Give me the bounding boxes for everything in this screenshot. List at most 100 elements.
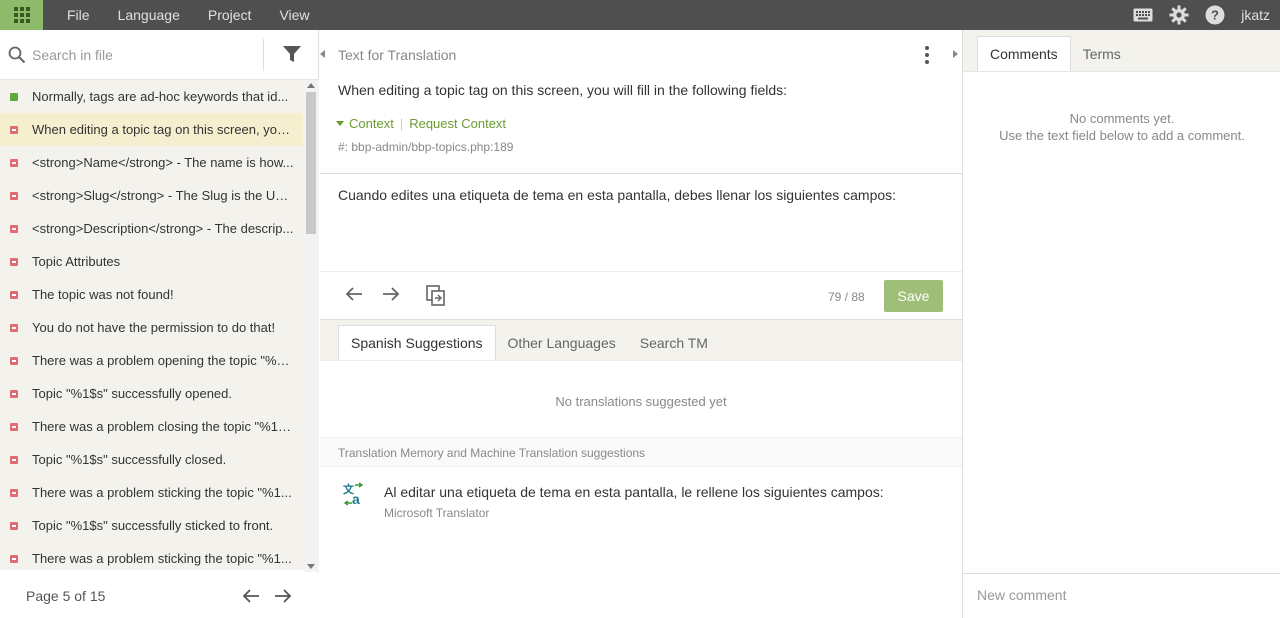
editor-toolbar: 79 / 88 Save xyxy=(320,272,962,320)
prev-page-icon[interactable] xyxy=(242,588,260,607)
list-item-text: Normally, tags are ad-hoc keywords that … xyxy=(32,89,289,104)
menu-language[interactable]: Language xyxy=(104,0,194,30)
list-item-text: Topic "%1$s" successfully closed. xyxy=(32,452,227,467)
list-item-text: <strong>Name</strong> - The name is how.… xyxy=(32,155,294,170)
list-item[interactable]: Topic "%1$s" successfully closed. xyxy=(0,443,303,476)
no-comments-text: No comments yet. Use the text field belo… xyxy=(963,110,1280,144)
list-item[interactable]: When editing a topic tag on this screen,… xyxy=(0,113,303,146)
tab-other-languages[interactable]: Other Languages xyxy=(496,325,628,360)
untranslated-status-icon xyxy=(10,356,18,365)
no-comments-line2: Use the text field below to add a commen… xyxy=(999,128,1245,143)
suggestion-tabs: Spanish Suggestions Other Languages Sear… xyxy=(320,320,962,361)
previous-string-icon[interactable] xyxy=(344,285,364,306)
list-item[interactable]: <strong>Description</strong> - The descr… xyxy=(0,212,303,245)
request-context-link[interactable]: Request Context xyxy=(409,116,506,131)
list-item-text: <strong>Description</strong> - The descr… xyxy=(32,221,294,236)
tm-suggestion-source: Microsoft Translator xyxy=(384,506,490,520)
scroll-thumb[interactable] xyxy=(306,92,316,234)
context-separator: | xyxy=(399,116,404,131)
untranslated-status-icon xyxy=(10,125,18,134)
list-item-text: Topic "%1$s" successfully opened. xyxy=(32,386,233,401)
keyboard-icon[interactable] xyxy=(1133,8,1153,22)
translated-status-icon xyxy=(10,92,18,101)
list-item-text: <strong>Slug</strong> - The Slug is the … xyxy=(32,188,294,203)
tab-comments[interactable]: Comments xyxy=(977,36,1071,71)
search-bar xyxy=(0,30,318,80)
tab-spanish-suggestions[interactable]: Spanish Suggestions xyxy=(338,325,496,360)
copy-source-icon[interactable] xyxy=(426,285,446,310)
grid-icon xyxy=(13,7,30,23)
tm-header-label: Translation Memory and Machine Translati… xyxy=(338,446,646,460)
menu-file[interactable]: File xyxy=(53,0,104,30)
app-menu-button[interactable] xyxy=(0,0,43,30)
source-section: Text for Translation When editing a topi… xyxy=(320,30,962,174)
gear-icon[interactable] xyxy=(1169,5,1189,25)
pager: Page 5 of 15 xyxy=(0,573,319,618)
list-item[interactable]: Topic Attributes xyxy=(0,245,303,278)
list-item[interactable]: Normally, tags are ad-hoc keywords that … xyxy=(0,80,303,113)
translation-editor[interactable]: Cuando edites una etiqueta de tema en es… xyxy=(320,175,962,272)
list-item[interactable]: There was a problem opening the topic "%… xyxy=(0,344,303,377)
string-list: Normally, tags are ad-hoc keywords that … xyxy=(0,80,303,570)
list-item-text: There was a problem closing the topic "%… xyxy=(32,419,294,434)
no-comments-line1: No comments yet. xyxy=(1069,111,1175,126)
tm-header: Translation Memory and Machine Translati… xyxy=(320,437,962,467)
list-item[interactable]: There was a problem sticking the topic "… xyxy=(0,542,303,570)
untranslated-status-icon xyxy=(10,224,18,233)
list-item[interactable]: There was a problem sticking the topic "… xyxy=(0,476,303,509)
context-toggle[interactable]: Context xyxy=(349,116,394,131)
list-scrollbar[interactable] xyxy=(303,80,319,572)
no-suggestions-text: No translations suggested yet xyxy=(555,394,727,409)
context-line: Context | Request Context xyxy=(336,116,506,131)
top-right-tools: ? jkatz xyxy=(1133,0,1270,30)
page-label: Page 5 of 15 xyxy=(26,587,106,604)
list-item-text: There was a problem sticking the topic "… xyxy=(32,551,292,566)
list-item[interactable]: The topic was not found! xyxy=(0,278,303,311)
untranslated-status-icon xyxy=(10,521,18,530)
scroll-down-icon[interactable] xyxy=(307,564,315,569)
untranslated-status-icon xyxy=(10,488,18,497)
tab-terms[interactable]: Terms xyxy=(1071,36,1133,71)
list-item-text: You do not have the permission to do tha… xyxy=(32,320,276,335)
next-string-icon[interactable] xyxy=(381,285,401,306)
filter-icon[interactable] xyxy=(282,44,302,67)
new-comment-input[interactable] xyxy=(977,587,1267,603)
side-panel: Comments Terms No comments yet. Use the … xyxy=(962,30,1280,618)
list-item-text: There was a problem sticking the topic "… xyxy=(32,485,292,500)
tab-search-tm[interactable]: Search TM xyxy=(628,325,720,360)
list-item[interactable]: Topic "%1$s" successfully opened. xyxy=(0,377,303,410)
untranslated-status-icon xyxy=(10,191,18,200)
tm-suggestion[interactable]: 文 a Al editar una etiqueta de tema en es… xyxy=(320,475,962,535)
side-tabs: Comments Terms xyxy=(963,30,1280,72)
top-bar: File Language Project View ? jkatz xyxy=(0,0,1280,30)
untranslated-status-icon xyxy=(10,455,18,464)
list-item[interactable]: <strong>Name</strong> - The name is how.… xyxy=(0,146,303,179)
new-comment-bar xyxy=(963,573,1280,618)
main-menu: File Language Project View xyxy=(53,0,324,30)
list-item[interactable]: You do not have the permission to do tha… xyxy=(0,311,303,344)
user-name[interactable]: jkatz xyxy=(1241,7,1270,23)
source-text: When editing a topic tag on this screen,… xyxy=(338,82,788,98)
help-icon[interactable]: ? xyxy=(1205,5,1225,25)
list-item[interactable]: Topic "%1$s" successfully sticked to fro… xyxy=(0,509,303,542)
more-options-icon[interactable] xyxy=(924,46,930,64)
source-header: Text for Translation xyxy=(338,47,457,63)
list-item-text: When editing a topic tag on this screen,… xyxy=(32,122,294,137)
next-page-icon[interactable] xyxy=(274,588,292,607)
menu-view[interactable]: View xyxy=(265,0,323,30)
string-counter: 79 / 88 xyxy=(828,290,865,304)
list-item[interactable]: There was a problem closing the topic "%… xyxy=(0,410,303,443)
list-item[interactable]: <strong>Slug</strong> - The Slug is the … xyxy=(0,179,303,212)
search-divider xyxy=(263,39,264,71)
save-button[interactable]: Save xyxy=(884,280,943,312)
untranslated-status-icon xyxy=(10,323,18,332)
scroll-up-icon[interactable] xyxy=(307,83,315,88)
untranslated-status-icon xyxy=(10,554,18,563)
tm-suggestion-text: Al editar una etiqueta de tema en esta p… xyxy=(384,484,884,500)
translation-text[interactable]: Cuando edites una etiqueta de tema en es… xyxy=(338,187,896,203)
translate-icon: 文 a xyxy=(342,482,366,509)
search-input[interactable] xyxy=(32,46,252,63)
editor-panel: Text for Translation When editing a topi… xyxy=(320,30,962,618)
menu-project[interactable]: Project xyxy=(194,0,266,30)
list-item-text: Topic "%1$s" successfully sticked to fro… xyxy=(32,518,274,533)
